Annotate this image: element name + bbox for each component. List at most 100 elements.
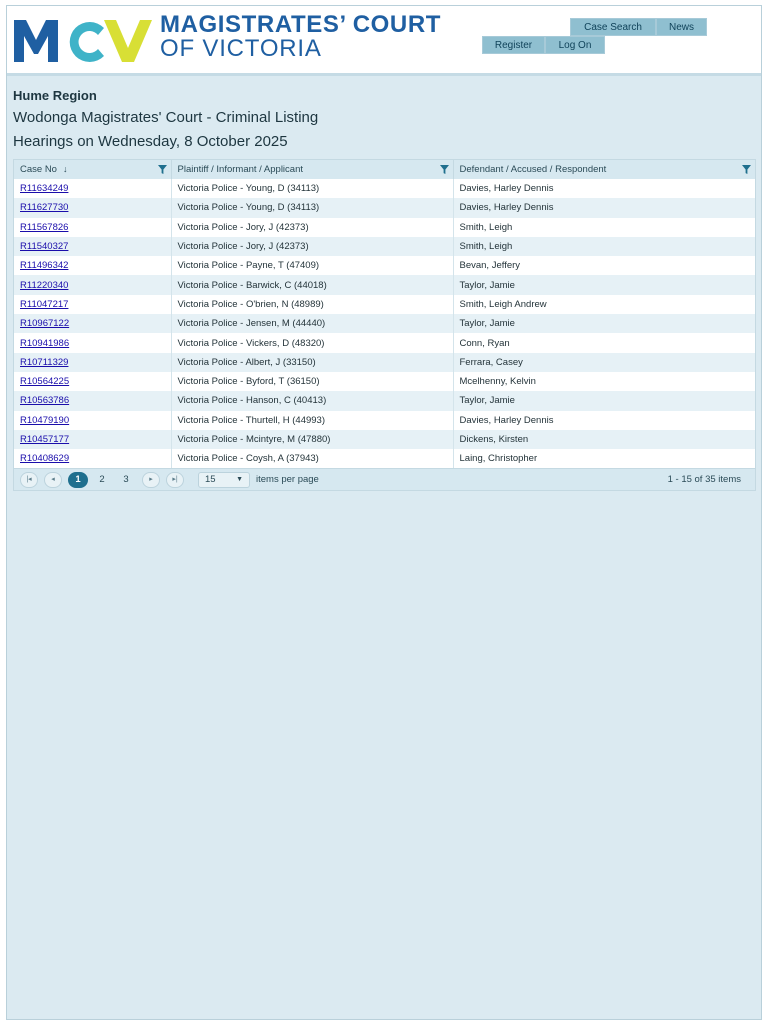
defendant-cell: Conn, Ryan xyxy=(459,337,510,349)
case-no-link[interactable]: R10941986 xyxy=(20,338,69,349)
case-no-link[interactable]: R11220340 xyxy=(20,280,68,291)
plaintiff-cell: Victoria Police - Young, D (34113) xyxy=(171,198,454,218)
case-no-cell: R11627730 xyxy=(14,198,172,218)
table-row: R10967122 Victoria Police - Jensen, M (44… xyxy=(14,314,755,334)
page-number-3[interactable]: 3 xyxy=(116,472,136,488)
column-header-defendant[interactable]: Defendant / Accused / Respondent xyxy=(453,160,755,179)
page-size-value: 15 xyxy=(205,474,216,486)
sort-down-arrow-icon[interactable]: ↓ xyxy=(63,164,68,174)
page-size-select[interactable]: 15 ▼ xyxy=(198,472,250,489)
table-row: R11220340 Victoria Police - Barwick, C (4… xyxy=(14,275,755,295)
region-heading: Hume Region xyxy=(13,88,97,103)
table-row: R11047217 Victoria Police - O'brien, N (4… xyxy=(14,294,755,315)
table-row: R10564225 Victoria Police - Byford, T (36… xyxy=(14,371,755,392)
register-button[interactable]: Register xyxy=(482,36,545,54)
defendant-cell: Taylor, Jamie xyxy=(453,391,755,411)
page-number-2[interactable]: 2 xyxy=(92,472,112,488)
court-name-line2: OF VICTORIA xyxy=(160,35,322,62)
table-row: R10563786 Victoria Police - Hanson, C (40… xyxy=(14,391,755,411)
listing-grid: Case No ↓ Plaintiff / Informant / Applica… xyxy=(13,159,756,492)
table-row: R11567826 Victoria Police - Jory, J (4237… xyxy=(14,217,755,237)
table-row: R11540327 Victoria Police - Jory, J (4237… xyxy=(14,236,755,257)
case-no-link[interactable]: R10408629 xyxy=(20,453,69,464)
column-header-plaintiff[interactable]: Plaintiff / Informant / Applicant xyxy=(171,160,454,179)
mcv-logo[interactable] xyxy=(12,16,152,64)
case-no-link[interactable]: R10711329 xyxy=(20,357,68,368)
case-no-link[interactable]: R10479190 xyxy=(20,415,69,426)
defendant-cell: Smith, Leigh xyxy=(453,236,755,257)
pager-info: 1 - 15 of 35 items xyxy=(667,474,741,486)
case-search-button[interactable]: Case Search xyxy=(570,18,656,36)
site-header: MAGISTRATES’ COURT OF VICTORIA Case Sear… xyxy=(7,6,761,76)
defendant-cell: Smith, Leigh xyxy=(459,221,513,233)
plaintiff-cell: Victoria Police - Payne, T (47409) xyxy=(171,256,454,276)
case-no-link[interactable]: R11496342 xyxy=(20,260,68,271)
page-number-1[interactable]: 1 xyxy=(68,472,88,489)
column-header-case-no[interactable]: Case No ↓ xyxy=(14,160,172,179)
first-page-button[interactable]: |◂ xyxy=(20,472,38,489)
case-no-link[interactable]: R10564225 xyxy=(20,376,69,387)
filter-funnel-icon[interactable] xyxy=(742,165,751,174)
case-no-cell: R10457177 xyxy=(14,429,172,450)
plaintiff-cell: Victoria Police - Byford, T (36150) xyxy=(171,371,454,392)
case-no-cell: R10941986 xyxy=(14,333,172,353)
case-no-link[interactable]: R10563786 xyxy=(20,395,69,406)
case-no-cell: R11540327 xyxy=(14,236,172,257)
case-no-cell: R10967122 xyxy=(14,314,172,334)
table-row: R11634249 Victoria Police - Young, D (341… xyxy=(14,179,755,199)
case-no-cell: R10711329 xyxy=(14,352,172,372)
case-no-cell: R10563786 xyxy=(14,391,172,411)
table-row: R11496342 Victoria Police - Payne, T (474… xyxy=(14,256,755,276)
table-header-row: Case No ↓ Plaintiff / Informant / Applica… xyxy=(14,160,755,179)
defendant-cell: Ferrara, Casey xyxy=(453,352,755,372)
plaintiff-cell: Victoria Police - O'brien, N (48989) xyxy=(171,294,454,315)
news-button[interactable]: News xyxy=(656,18,707,36)
plaintiff-cell: Victoria Police - Thurtell, H (44993) xyxy=(171,410,454,430)
case-no-cell: R11634249 xyxy=(14,179,172,199)
case-no-cell: R10479190 xyxy=(14,410,172,430)
filter-funnel-icon[interactable] xyxy=(157,165,167,174)
prev-page-button[interactable]: ◂ xyxy=(44,472,62,489)
hearing-date: Hearings on Wednesday, 8 October 2025 xyxy=(13,133,288,150)
case-no-link[interactable]: R11627730 xyxy=(20,202,68,213)
items-per-page-label: items per page xyxy=(256,474,319,486)
table-row: R10457177 Victoria Police - Mcintyre, M (… xyxy=(14,429,755,450)
next-page-button[interactable]: ▸ xyxy=(142,472,160,489)
case-no-cell: R11220340 xyxy=(14,275,172,295)
defendant-cell: Dickens, Kirsten xyxy=(453,429,755,450)
log-on-button[interactable]: Log On xyxy=(545,36,605,54)
defendant-cell: Smith, Leigh Andrew xyxy=(459,298,547,310)
case-no-link[interactable]: R10457177 xyxy=(20,434,69,445)
plaintiff-cell: Victoria Police - Albert, J (33150) xyxy=(171,352,454,372)
table-row: R10711329 Victoria Police - Albert, J (33… xyxy=(14,352,755,372)
table-row: R10941986 Victoria Police - Vickers, D (4… xyxy=(14,333,755,353)
defendant-cell: Davies, Harley Dennis xyxy=(453,198,755,218)
case-no-link[interactable]: R11567826 xyxy=(20,222,68,233)
plaintiff-cell: Victoria Police - Young, D (34113) xyxy=(171,179,454,199)
plaintiff-cell: Victoria Police - Barwick, C (44018) xyxy=(171,275,454,295)
defendant-cell: Bevan, Jeffery xyxy=(459,260,521,272)
page-frame: MAGISTRATES’ COURT OF VICTORIA Case Sear… xyxy=(6,5,762,1020)
case-no-cell: R11496342 xyxy=(14,256,172,276)
table-body: R11634249 Victoria Police - Young, D (341… xyxy=(14,179,755,469)
case-no-link[interactable]: R11540327 xyxy=(20,241,68,252)
case-no-link[interactable]: R10967122 xyxy=(20,318,69,329)
filter-funnel-icon[interactable] xyxy=(439,165,449,174)
court-name-line1: MAGISTRATES’ COURT xyxy=(160,11,442,38)
plaintiff-cell: Victoria Police - Coysh, A (37943) xyxy=(171,449,454,469)
case-no-cell: R11567826 xyxy=(14,217,172,237)
defendant-cell: Taylor, Jamie xyxy=(453,275,755,295)
pager: |◂ ◂ 1 2 3 ▸ ▸| 15 ▼ items per page 1 - … xyxy=(14,468,755,491)
case-no-link[interactable]: R11047217 xyxy=(20,299,68,310)
table-row: R10408629 Victoria Police - Coysh, A (379… xyxy=(14,449,755,469)
plaintiff-cell: Victoria Police - Jory, J (42373) xyxy=(171,217,454,237)
chevron-down-icon: ▼ xyxy=(236,476,243,484)
last-page-button[interactable]: ▸| xyxy=(166,472,184,489)
listing-table: Case No ↓ Plaintiff / Informant / Applica… xyxy=(14,160,755,469)
column-header-label: Defendant / Accused / Respondent xyxy=(459,164,607,175)
column-header-label: Case No xyxy=(20,164,57,175)
table-row: R10479190 Victoria Police - Thurtell, H (… xyxy=(14,410,755,430)
case-no-link[interactable]: R11634249 xyxy=(20,183,68,194)
defendant-cell: Mcelhenny, Kelvin xyxy=(459,376,536,388)
defendant-cell: Davies, Harley Dennis xyxy=(459,183,554,195)
